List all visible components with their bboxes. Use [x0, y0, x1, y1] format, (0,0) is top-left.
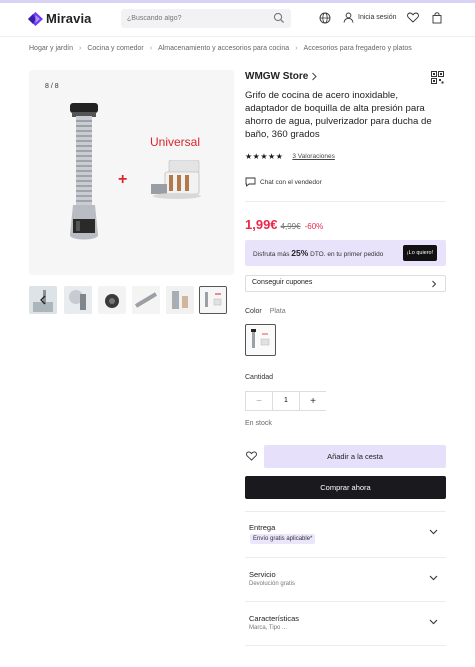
divider [245, 511, 446, 512]
chevron-down-icon [429, 529, 438, 535]
chevron-down-icon [429, 575, 438, 581]
color-label-row: Color Plata [245, 308, 286, 315]
color-value: Plata [269, 308, 286, 315]
breadcrumb-separator-icon: › [295, 45, 298, 52]
chevron-right-icon [312, 72, 318, 81]
thumbnail[interactable] [98, 286, 126, 314]
logo[interactable]: Miravia [28, 11, 92, 26]
swatch-product-thumb-icon [251, 329, 270, 348]
chevron-right-icon [432, 280, 437, 288]
store-link[interactable]: WMGW Store [245, 71, 318, 82]
accordion-delivery[interactable]: Entrega Envío gratis aplicable* [245, 513, 446, 557]
discount-badge: -60% [304, 222, 324, 231]
thumbnail[interactable] [64, 286, 92, 314]
get-coupons-button[interactable]: Conseguir cupones [245, 275, 446, 292]
divider [245, 601, 446, 602]
accordion-title: Características [249, 614, 300, 623]
quantity-decrement-button[interactable]: − [246, 392, 273, 410]
breadcrumb: Hogar y jardín › Cocina y comedor › Alma… [29, 45, 412, 52]
buy-now-button[interactable]: Comprar ahora [245, 476, 446, 499]
star-rating-icon: ★★★★★ [245, 152, 284, 161]
breadcrumb-item[interactable]: Accesorios para fregadero y platos [304, 45, 412, 52]
accordion-service[interactable]: Servicio Devolución gratis [245, 559, 446, 603]
chevron-left-icon[interactable] [29, 286, 57, 314]
signin-link[interactable]: Inicia sesión [343, 12, 397, 23]
add-to-cart-button[interactable]: Añadir a la cesta [264, 445, 446, 468]
quantity-input[interactable] [273, 392, 299, 410]
shopping-bag-icon[interactable] [432, 12, 442, 24]
original-price: 4,99€ [280, 222, 301, 231]
site-header: Miravia Inicia sesión [0, 3, 475, 37]
breadcrumb-item[interactable]: Almacenamiento y accesorios para cocina [158, 45, 289, 52]
search-bar[interactable] [121, 9, 291, 28]
promo-prefix: Disfruta más [253, 251, 290, 258]
faucet-extender-image [70, 103, 98, 240]
faucet-spray-thumb-icon [64, 286, 92, 314]
search-icon[interactable] [273, 12, 285, 24]
quantity-increment-button[interactable]: + [299, 392, 326, 410]
parts-thumb-icon [166, 286, 194, 314]
divider [245, 201, 446, 202]
thumbnail[interactable] [166, 286, 194, 314]
universal-thumb-icon [200, 287, 226, 313]
divider [245, 557, 446, 558]
current-price: 1,99€ [245, 217, 278, 232]
universal-text: Universal [150, 135, 201, 149]
accordion-features[interactable]: Características Marca, Tipo ... [245, 603, 446, 647]
product-title: Grifo de cocina de acero inoxidable, ada… [245, 90, 432, 140]
image-counter: 8 / 8 [45, 83, 59, 90]
first-order-promo-banner: Disfruta más 25% DTO. en tu primer pedid… [245, 240, 446, 266]
thumbnail[interactable] [132, 286, 160, 314]
chat-label: Chat con el vendedor [260, 178, 322, 186]
stock-status: En stock [245, 420, 272, 427]
quantity-label: Cantidad [245, 374, 274, 381]
accordion-subtitle: Marca, Tipo ... [249, 625, 288, 631]
thumbnail-strip [29, 286, 234, 315]
nozzle-top-thumb-icon [98, 286, 126, 314]
color-label: Color [245, 308, 262, 315]
accordion-title: Servicio [249, 570, 276, 579]
reviews-link[interactable]: 3 Valoraciones [292, 153, 335, 160]
breadcrumb-item[interactable]: Hogar y jardín [29, 45, 73, 52]
promo-percentage: 25% [291, 248, 309, 258]
thumbnail-selected[interactable] [199, 286, 227, 314]
miravia-logo-icon [28, 11, 43, 26]
promo-suffix: DTO. en tu primer pedido [310, 251, 384, 258]
accordion-subtitle: Devolución gratis [249, 581, 296, 587]
promo-claim-button[interactable]: ¡Lo quiero! [403, 245, 437, 261]
free-shipping-badge: Envío gratis aplicable* [250, 534, 316, 544]
wishlist-heart-icon[interactable] [246, 451, 257, 461]
divider [245, 645, 446, 646]
accordion-title: Entrega [249, 523, 276, 532]
quantity-stepper: − + [245, 391, 326, 411]
thumbnail[interactable] [29, 286, 57, 314]
signin-label: Inicia sesión [358, 14, 397, 21]
search-input[interactable] [127, 12, 267, 25]
color-swatch-plata[interactable] [245, 324, 276, 356]
adapter-image [151, 160, 201, 199]
product-main-image[interactable]: 8 / 8 Universal + [29, 70, 234, 275]
globe-icon[interactable] [319, 12, 331, 24]
breadcrumb-item[interactable]: Cocina y comedor [87, 45, 143, 52]
logo-text: Miravia [46, 11, 92, 26]
coupons-label: Conseguir cupones [252, 279, 313, 286]
chat-bubble-icon [245, 177, 256, 187]
rating-row: ★★★★★ 3 Valoraciones [245, 152, 335, 161]
plus-icon: + [118, 171, 128, 188]
price-row: 1,99€ 4,99€ -60% [245, 217, 323, 232]
chat-seller-link[interactable]: Chat con el vendedor [245, 177, 322, 187]
heart-icon[interactable] [407, 12, 419, 23]
store-name: WMGW Store [245, 71, 309, 82]
chevron-down-icon [429, 619, 438, 625]
breadcrumb-separator-icon: › [78, 45, 82, 52]
promo-text: Disfruta más 25% DTO. en tu primer pedid… [253, 248, 383, 258]
user-icon [343, 12, 354, 23]
breadcrumb-separator-icon: › [149, 45, 153, 52]
qr-code-icon[interactable] [431, 71, 444, 84]
hose-thumb-icon [132, 286, 160, 314]
